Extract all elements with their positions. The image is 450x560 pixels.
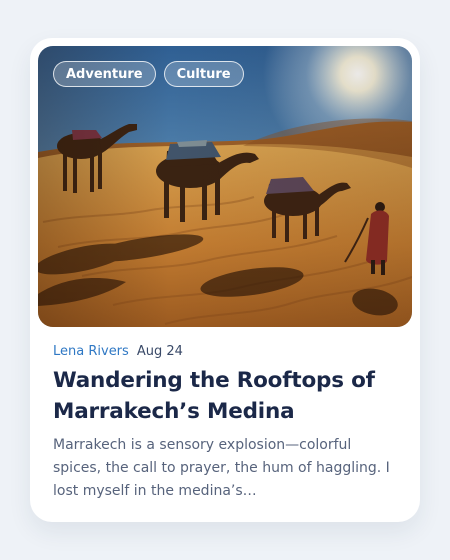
tag-culture[interactable]: Culture — [163, 61, 244, 87]
desert-caravan-photo — [38, 46, 412, 327]
tag-adventure[interactable]: Adventure — [53, 61, 156, 87]
category-tags: Adventure Culture — [53, 61, 244, 87]
article-hero-image[interactable]: Adventure Culture — [38, 46, 412, 327]
article-meta: Lena Rivers Aug 24 — [53, 344, 183, 359]
article-title[interactable]: Wandering the Rooftops of Marrakech’s Me… — [53, 365, 403, 427]
article-excerpt: Marrakech is a sensory explosion—colorfu… — [53, 437, 390, 499]
author-link[interactable]: Lena Rivers — [53, 344, 129, 359]
publish-date: Aug 24 — [136, 344, 183, 359]
article-card[interactable]: Adventure Culture Lena Rivers Aug 24 Wan… — [30, 38, 420, 522]
